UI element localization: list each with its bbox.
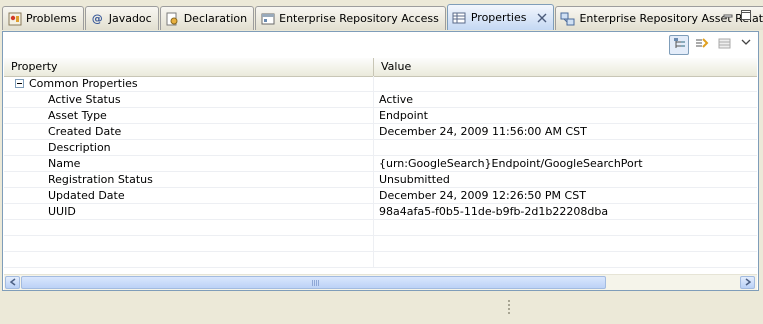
- tab-label: Enterprise Repository Access: [279, 12, 439, 25]
- empty-row: [4, 220, 757, 236]
- view-toolbar: [3, 32, 758, 58]
- column-header-property[interactable]: Property: [4, 58, 374, 76]
- tab-properties[interactable]: Properties: [446, 4, 555, 30]
- problems-icon: [7, 11, 22, 26]
- show-advanced-button[interactable]: [692, 35, 712, 55]
- tree-icon: [673, 37, 686, 53]
- column-header-value[interactable]: Value: [374, 58, 757, 76]
- filter-icon: [695, 37, 709, 53]
- horizontal-scrollbar[interactable]: [4, 274, 757, 290]
- property-value[interactable]: 98a4afa5-f0b5-11de-b9fb-2d1b22208dba: [374, 204, 757, 219]
- minimize-icon[interactable]: [722, 9, 734, 21]
- property-name: Description: [4, 140, 374, 155]
- property-table: Common Properties Active Status Active A…: [4, 76, 757, 268]
- table-row[interactable]: Updated Date December 24, 2009 12:26:50 …: [4, 188, 757, 204]
- tab-strip: Problems @ Javadoc Declaration Enterpris…: [2, 4, 763, 32]
- maximize-icon[interactable]: [740, 9, 752, 21]
- close-icon[interactable]: [536, 12, 547, 23]
- property-name: Active Status: [4, 92, 374, 107]
- tab-declaration[interactable]: Declaration: [159, 6, 255, 30]
- property-name: Created Date: [4, 124, 374, 139]
- property-name: Name: [4, 156, 374, 171]
- table-row[interactable]: Active Status Active: [4, 92, 757, 108]
- scroll-thumb[interactable]: [21, 276, 606, 289]
- tab-problems[interactable]: Problems: [2, 6, 84, 30]
- scroll-left-button[interactable]: [5, 276, 20, 289]
- view-menu-button[interactable]: [736, 32, 756, 52]
- scroll-right-button[interactable]: [740, 276, 755, 289]
- asset-relations-icon: [560, 11, 575, 26]
- status-bar: [0, 293, 763, 324]
- table-header: Property Value: [4, 58, 757, 77]
- table-row[interactable]: UUID 98a4afa5-f0b5-11de-b9fb-2d1b22208db…: [4, 204, 757, 220]
- status-separator: [508, 300, 510, 316]
- restore-default-button[interactable]: [714, 35, 734, 55]
- properties-view: Property Value Common Properties Active …: [2, 31, 759, 291]
- repository-access-icon: [260, 11, 275, 26]
- category-row[interactable]: Common Properties: [4, 76, 757, 92]
- table-row[interactable]: Name {urn:GoogleSearch}Endpoint/GoogleSe…: [4, 156, 757, 172]
- show-categories-button[interactable]: [669, 35, 689, 55]
- table-icon: [718, 37, 731, 53]
- property-name: Updated Date: [4, 188, 374, 203]
- property-value[interactable]: Active: [374, 92, 757, 107]
- tab-label: Javadoc: [108, 12, 152, 25]
- tab-label: Declaration: [183, 12, 248, 25]
- tab-label: Properties: [470, 11, 527, 24]
- tab-label: Enterprise Repository Asset Relations: [579, 12, 763, 25]
- empty-row: [4, 252, 757, 268]
- property-name: UUID: [4, 204, 374, 219]
- declaration-icon: [165, 11, 180, 26]
- chevron-left-icon: [9, 276, 16, 289]
- property-value[interactable]: Unsubmitted: [374, 172, 757, 187]
- property-value[interactable]: {urn:GoogleSearch}Endpoint/GoogleSearchP…: [374, 156, 757, 171]
- grip-icon: [312, 280, 320, 286]
- tab-javadoc[interactable]: @ Javadoc: [84, 6, 159, 30]
- property-name: Registration Status: [4, 172, 374, 187]
- category-label: Common Properties: [29, 76, 138, 90]
- table-row[interactable]: Created Date December 24, 2009 11:56:00 …: [4, 124, 757, 140]
- chevron-right-icon: [745, 276, 751, 289]
- properties-icon: [452, 10, 467, 25]
- tab-label: Problems: [26, 12, 77, 25]
- chevron-down-icon: [741, 36, 751, 49]
- table-row[interactable]: Asset Type Endpoint: [4, 108, 757, 124]
- view-tab-bar: Problems @ Javadoc Declaration Enterpris…: [0, 0, 763, 32]
- table-row[interactable]: Description: [4, 140, 757, 156]
- property-name: Asset Type: [4, 108, 374, 123]
- property-value[interactable]: [374, 140, 757, 155]
- property-value[interactable]: December 24, 2009 11:56:00 AM CST: [374, 124, 757, 139]
- table-row[interactable]: Registration Status Unsubmitted: [4, 172, 757, 188]
- tab-enterprise-repository-access[interactable]: Enterprise Repository Access: [255, 6, 446, 30]
- javadoc-icon: @: [91, 12, 103, 25]
- collapse-icon[interactable]: [15, 79, 24, 88]
- property-value[interactable]: Endpoint: [374, 108, 757, 123]
- property-value[interactable]: December 24, 2009 12:26:50 PM CST: [374, 188, 757, 203]
- empty-row: [4, 236, 757, 252]
